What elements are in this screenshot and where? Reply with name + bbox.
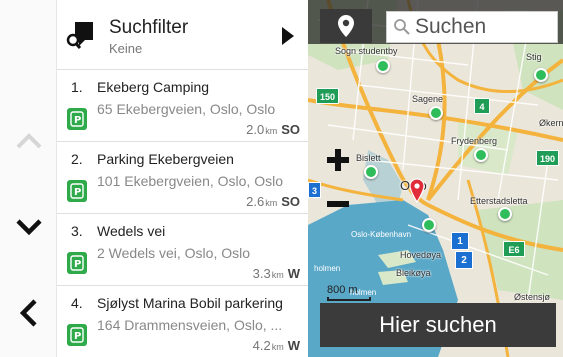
minus-icon	[327, 201, 349, 207]
parking-category-icon: P	[67, 108, 87, 130]
result-distance: 2.6km SO	[246, 194, 300, 209]
svg-text:P: P	[74, 115, 81, 126]
result-item[interactable]: 1. Ekeberg Camping 65 Ekebergveien, Oslo…	[57, 70, 308, 142]
search-input[interactable]	[415, 15, 555, 39]
arrow-right-icon	[282, 27, 294, 45]
map-label: Bleikøya	[396, 268, 431, 278]
result-distance: 2.0km SO	[246, 122, 300, 137]
filter-search-icon	[66, 22, 93, 49]
road-shield: E6	[503, 241, 525, 257]
result-item[interactable]: 4. Sjølyst Marina Bobil parkering 164 Dr…	[57, 286, 308, 357]
scroll-up-button[interactable]	[12, 126, 46, 156]
search-here-button[interactable]: Hier suchen	[320, 303, 556, 347]
map-pin-icon	[338, 15, 354, 37]
map-label: holmen	[314, 264, 341, 273]
scale-tick	[327, 297, 371, 301]
result-address: 101 Ekebergveien, Oslo, Oslo	[97, 173, 283, 189]
result-name: Parking Ekebergveien	[97, 151, 234, 167]
poi-marker[interactable]	[534, 68, 548, 82]
parking-sign[interactable]: 1	[451, 232, 469, 250]
search-filter-row[interactable]: Suchfilter Keine	[57, 0, 308, 70]
scroll-down-button[interactable]	[12, 212, 46, 242]
map-label: Frydenberg	[451, 136, 498, 146]
map-label: Sogn studentby	[335, 46, 398, 56]
map-label: Stig	[526, 52, 542, 62]
poi-marker[interactable]	[474, 148, 488, 162]
map-scale: 800 m	[327, 284, 371, 301]
poi-marker[interactable]	[364, 165, 378, 179]
map-label: Bislett	[356, 153, 381, 163]
result-distance: 3.3km W	[252, 266, 300, 281]
map-label: Sagene	[412, 94, 444, 104]
poi-marker[interactable]	[422, 218, 436, 232]
result-name: Ekeberg Camping	[97, 79, 210, 95]
results-panel: Suchfilter Keine 1. Ekeberg Camping 65 E…	[56, 0, 308, 357]
search-icon	[394, 19, 410, 35]
parking-category-icon: P	[67, 180, 87, 202]
location-pin-icon[interactable]	[409, 178, 425, 204]
map-label: Oslo-København	[351, 230, 412, 239]
map-label: Østensjø	[514, 292, 551, 302]
zoom-out-button[interactable]	[323, 189, 353, 219]
location-button[interactable]	[320, 9, 372, 43]
chevron-up-icon	[16, 133, 42, 149]
svg-text:P: P	[74, 331, 81, 342]
result-address: 65 Ekebergveien, Oslo, Oslo	[97, 101, 276, 117]
road-shield: 190	[536, 150, 560, 166]
result-distance: 4.2km W	[252, 338, 300, 353]
result-index: 2.	[71, 151, 83, 167]
back-button[interactable]	[12, 298, 46, 328]
result-item[interactable]: 3. Wedels vei 2 Wedels vei, Oslo, Oslo P…	[57, 214, 308, 286]
result-address: 2 Wedels vei, Oslo, Oslo	[97, 245, 251, 261]
poi-marker[interactable]	[498, 207, 512, 221]
poi-marker[interactable]	[376, 59, 390, 73]
result-index: 1.	[71, 79, 83, 95]
map-label: Etterstadsletta	[470, 196, 528, 206]
result-name: Wedels vei	[97, 223, 166, 239]
zoom-in-button[interactable]	[323, 145, 353, 175]
filter-title: Suchfilter	[109, 17, 189, 38]
road-shield: 3	[308, 182, 322, 198]
search-field[interactable]	[386, 11, 558, 43]
parking-category-icon: P	[67, 252, 87, 274]
result-index: 3.	[71, 223, 83, 239]
chevron-left-icon	[20, 299, 37, 327]
road-shield: 4	[474, 98, 490, 114]
chevron-down-icon	[16, 219, 42, 235]
map-label: Økern	[539, 118, 563, 128]
poi-marker[interactable]	[429, 106, 443, 120]
filter-subtitle: Keine	[109, 41, 143, 56]
nav-strip	[0, 0, 56, 357]
result-index: 4.	[71, 295, 83, 311]
result-name: Sjølyst Marina Bobil parkering	[97, 295, 283, 311]
plus-icon	[327, 149, 349, 171]
result-address: 164 Drammensveien, Oslo, ...	[97, 317, 283, 333]
map-label: Hovedøya	[400, 250, 442, 260]
svg-text:P: P	[74, 187, 81, 198]
scale-label: 800 m	[327, 284, 358, 296]
result-item[interactable]: 2. Parking Ekebergveien 101 Ekebergveien…	[57, 142, 308, 214]
parking-sign[interactable]: 2	[455, 251, 473, 269]
svg-text:P: P	[74, 259, 81, 270]
parking-category-icon: P	[67, 324, 87, 346]
road-shield: 150	[316, 88, 340, 104]
